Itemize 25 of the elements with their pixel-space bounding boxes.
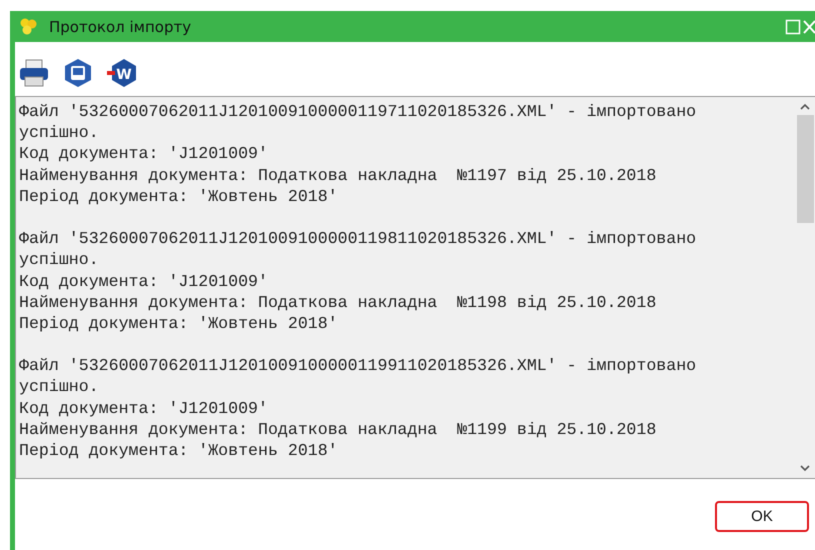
scroll-up-icon[interactable] [800, 103, 810, 111]
log-line: Період документа: 'Жовтень 2018' [19, 312, 339, 334]
scroll-down-icon[interactable] [800, 464, 810, 472]
log-line: Код документа: 'J1201009' [19, 270, 269, 292]
log-line: успішно. [19, 376, 100, 398]
log-line: Код документа: 'J1201009' [19, 398, 269, 419]
floppy-disk-button[interactable] [63, 58, 93, 88]
log-line: Код документа: 'J1201009' [19, 143, 269, 165]
log-line: Період документа: 'Жовтень 2018' [19, 186, 339, 207]
close-icon[interactable] [803, 19, 815, 35]
ok-button[interactable]: OK [715, 501, 809, 532]
app-logo-icon [19, 18, 39, 36]
printer-button[interactable] [19, 58, 49, 88]
maximize-icon[interactable] [785, 19, 801, 35]
log-line: Файл '53260007062011J1201009100000119711020185326.XML' - імпортовано [19, 101, 698, 122]
log-line: Файл '53260007062011J1201009100000119811020185326.XML' - імпортовано [19, 228, 698, 250]
log-line: Найменування документа: Податкова накладна №1199 від 25.10.2018 [19, 418, 658, 440]
window-title: Протокол імпорту [49, 18, 192, 36]
scroll-thumb[interactable] [796, 115, 814, 223]
log-line: Файл '53260007062011J1201009100000119911020185326.XML' - імпортовано [19, 355, 698, 376]
log-line: успішно. [19, 122, 100, 144]
log-line: Найменування документа: Податкова накладна №1197 від 25.10.2018 [19, 164, 658, 186]
log-line: Період документа: 'Жовтень 2018' [19, 440, 339, 462]
log-line: успішно. [19, 249, 100, 270]
log-line: Найменування документа: Податкова накладна №1198 від 25.10.2018 [19, 292, 658, 313]
